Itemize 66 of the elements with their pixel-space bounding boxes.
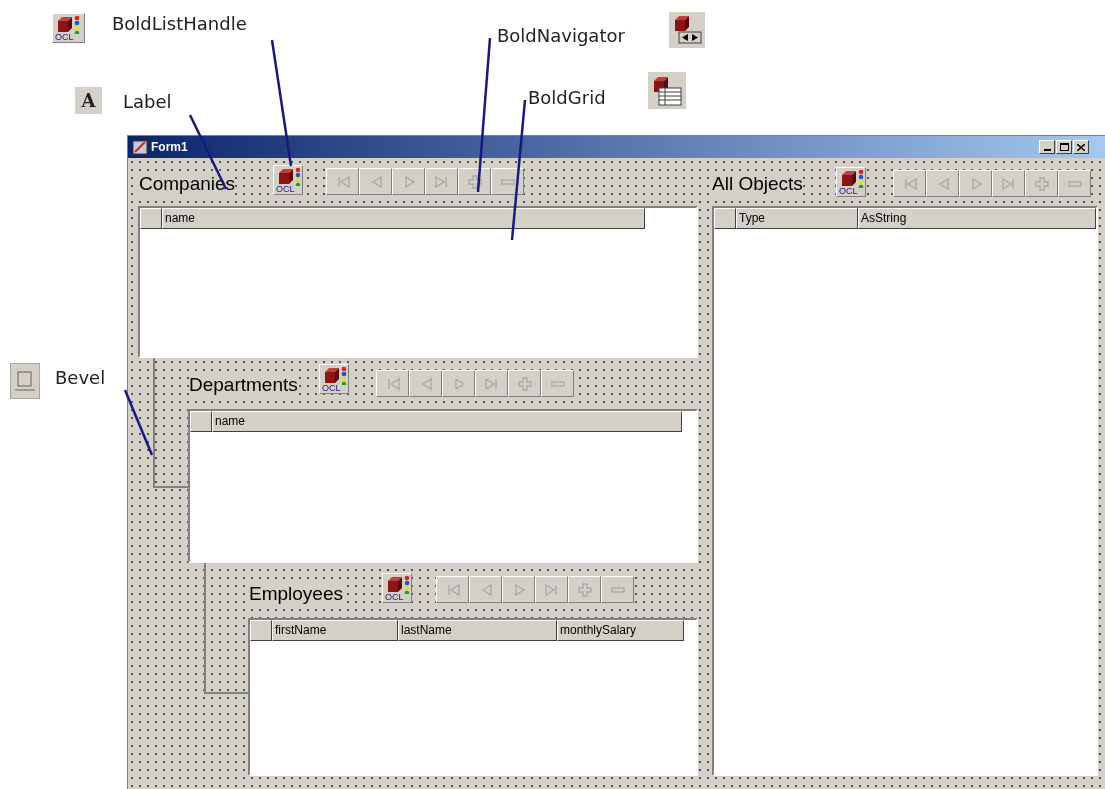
last-button[interactable] <box>992 170 1025 197</box>
column-header[interactable]: monthlySalary <box>557 620 684 641</box>
callout-label: BoldNavigator <box>497 24 625 48</box>
prior-button[interactable] <box>359 168 392 195</box>
callout-label: Bevel <box>55 366 106 390</box>
insert-button[interactable] <box>458 168 491 195</box>
panel-caption: Employees <box>249 583 343 605</box>
last-button[interactable] <box>425 168 458 195</box>
first-button[interactable] <box>326 168 359 195</box>
indicator-header <box>140 208 162 229</box>
skip-forward-icon <box>1000 175 1017 192</box>
minimize-icon <box>1043 149 1051 151</box>
plus-icon <box>1033 175 1050 192</box>
prior-button[interactable] <box>926 170 959 197</box>
last-button[interactable] <box>535 576 568 603</box>
column-header[interactable]: AsString <box>858 208 1096 229</box>
skip-forward-icon <box>433 173 450 190</box>
navigator-icon <box>669 12 705 48</box>
close-icon <box>1077 143 1085 151</box>
first-button[interactable] <box>436 576 469 603</box>
indicator-header <box>190 411 212 432</box>
column-header[interactable]: firstName <box>272 620 398 641</box>
form-icon <box>131 138 149 156</box>
callout-label: BoldListHandle <box>112 12 247 36</box>
indicator-header <box>714 208 736 229</box>
grid-icon <box>648 72 686 109</box>
next-button[interactable] <box>442 370 475 397</box>
list-handle-icon: OCL <box>382 573 412 603</box>
list-handle-icon: OCL <box>836 167 866 197</box>
skip-forward-icon <box>483 375 500 392</box>
plus-icon <box>466 173 483 190</box>
prior-button[interactable] <box>469 576 502 603</box>
next-button[interactable] <box>959 170 992 197</box>
label-icon: A <box>75 87 102 114</box>
bevel-icon <box>10 363 40 399</box>
prior-button[interactable] <box>409 370 442 397</box>
callout-label: Label <box>123 90 172 114</box>
list-handle-icon: OCL <box>319 364 349 394</box>
delete-button[interactable] <box>491 168 524 195</box>
plus-icon <box>576 581 593 598</box>
data-grid[interactable]: firstName lastName monthlySalary <box>248 618 698 776</box>
plus-icon <box>516 375 533 392</box>
minimize-button[interactable] <box>1039 140 1055 154</box>
skip-forward-icon <box>543 581 560 598</box>
close-button[interactable] <box>1073 140 1089 154</box>
data-grid[interactable]: name <box>188 409 698 563</box>
next-button[interactable] <box>392 168 425 195</box>
next-button[interactable] <box>502 576 535 603</box>
list-handle-icon: OCL <box>52 13 85 43</box>
leader-line <box>123 389 154 456</box>
data-grid[interactable]: name <box>138 206 698 358</box>
column-header[interactable]: name <box>162 208 645 229</box>
maximize-button[interactable] <box>1056 140 1072 154</box>
callout-label: BoldGrid <box>528 86 606 110</box>
maximize-icon <box>1059 143 1069 151</box>
column-header[interactable]: Type <box>736 208 858 229</box>
column-header[interactable]: name <box>212 411 682 432</box>
first-button[interactable] <box>376 370 409 397</box>
list-handle-icon: OCL <box>273 165 303 195</box>
last-button[interactable] <box>475 370 508 397</box>
window-title: Form1 <box>151 139 188 156</box>
first-button[interactable] <box>893 170 926 197</box>
column-header[interactable]: lastName <box>398 620 557 641</box>
panel-caption: Departments <box>189 374 298 396</box>
data-grid[interactable]: Type AsString <box>712 206 1098 776</box>
indicator-header <box>250 620 272 641</box>
